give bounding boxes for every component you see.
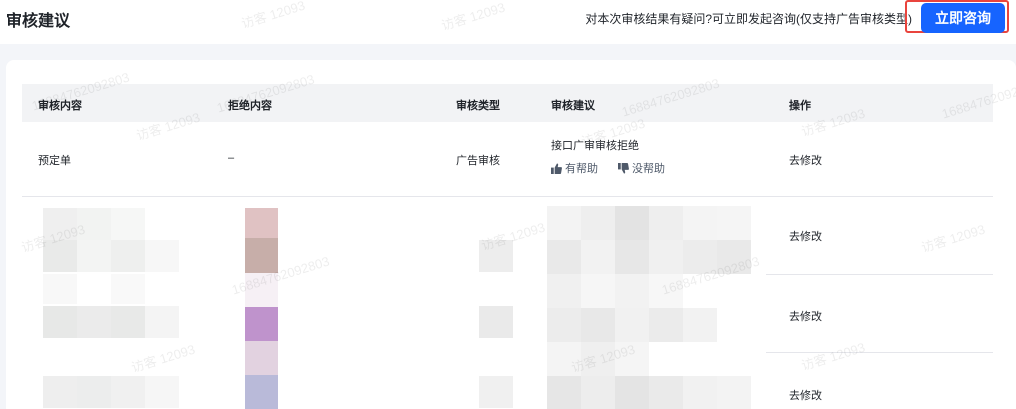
helpful-button[interactable]: 有帮助 bbox=[551, 160, 598, 176]
blurred-cell bbox=[581, 206, 615, 240]
column-header-suggestion: 审核建议 bbox=[551, 100, 595, 112]
unhelpful-button[interactable]: 没帮助 bbox=[618, 160, 665, 176]
blurred-cell bbox=[77, 208, 111, 240]
blurred-cell bbox=[649, 274, 683, 308]
blurred-cell bbox=[649, 376, 683, 409]
blurred-cell bbox=[145, 306, 179, 338]
edit-link[interactable]: 去修改 bbox=[789, 308, 822, 324]
helpful-label: 有帮助 bbox=[565, 163, 598, 175]
edit-link[interactable]: 去修改 bbox=[789, 387, 822, 403]
blurred-cell bbox=[649, 308, 683, 342]
thumb-up-icon bbox=[551, 162, 562, 174]
page-title: 审核建议 bbox=[6, 13, 71, 30]
blurred-cell bbox=[245, 208, 278, 238]
blurred-cell bbox=[683, 308, 717, 342]
blurred-cell bbox=[479, 306, 513, 338]
column-header-action: 操作 bbox=[789, 100, 811, 112]
table-header: 审核内容 拒绝内容 审核类型 审核建议 操作 bbox=[22, 84, 993, 122]
blurred-cell bbox=[77, 240, 111, 272]
blurred-cell bbox=[683, 240, 717, 274]
blurred-cell bbox=[77, 306, 111, 338]
blurred-cell bbox=[43, 274, 77, 304]
blurred-cell bbox=[615, 206, 649, 240]
blurred-cell bbox=[111, 208, 145, 240]
blurred-cell bbox=[717, 206, 751, 240]
blurred-cell bbox=[145, 240, 179, 272]
consult-hint: 对本次审核结果有疑问?可立即发起咨询(仅支持广告审核类型) bbox=[585, 12, 912, 26]
blurred-cell bbox=[615, 342, 649, 376]
blurred-cell bbox=[547, 308, 581, 342]
blurred-cell bbox=[683, 376, 717, 409]
edit-link[interactable]: 去修改 bbox=[789, 228, 822, 244]
blurred-cell bbox=[547, 342, 581, 376]
blurred-cell bbox=[111, 240, 145, 272]
blurred-cell bbox=[547, 274, 581, 308]
row-divider bbox=[766, 352, 993, 353]
blurred-cell bbox=[77, 376, 111, 408]
column-header-rejected: 拒绝内容 bbox=[228, 100, 272, 112]
blurred-cell bbox=[547, 206, 581, 240]
blurred-cell bbox=[615, 274, 649, 308]
header-bar: 审核建议 对本次审核结果有疑问?可立即发起咨询(仅支持广告审核类型) 立即咨询 bbox=[0, 0, 1016, 44]
row-divider bbox=[22, 196, 993, 197]
row-divider bbox=[766, 274, 993, 275]
column-header-type: 审核类型 bbox=[456, 100, 500, 112]
blurred-cell bbox=[581, 376, 615, 409]
consult-button[interactable]: 立即咨询 bbox=[921, 3, 1005, 33]
edit-link[interactable]: 去修改 bbox=[789, 152, 822, 168]
blurred-cell bbox=[581, 308, 615, 342]
blurred-cell bbox=[111, 306, 145, 338]
blurred-cell bbox=[683, 206, 717, 240]
blurred-cell bbox=[43, 208, 77, 240]
unhelpful-label: 没帮助 bbox=[632, 163, 665, 175]
thumb-down-icon bbox=[618, 162, 629, 174]
row-suggestion: 接口广审审核拒绝 bbox=[551, 140, 639, 152]
row-rejected: – bbox=[228, 152, 235, 164]
blurred-cell bbox=[43, 376, 77, 408]
blurred-cell bbox=[479, 240, 513, 272]
blurred-cell bbox=[245, 341, 278, 375]
blurred-cell bbox=[649, 240, 683, 274]
blurred-cell bbox=[245, 307, 278, 341]
blurred-cell bbox=[43, 306, 77, 338]
column-header-content: 审核内容 bbox=[38, 100, 82, 112]
consult-highlight: 立即咨询 bbox=[905, 0, 1009, 33]
blurred-cell bbox=[245, 238, 278, 273]
row-type: 广告审核 bbox=[456, 155, 500, 167]
blurred-cell bbox=[615, 240, 649, 274]
blurred-cell bbox=[245, 375, 278, 409]
blurred-cell bbox=[111, 376, 145, 408]
blurred-cell bbox=[145, 376, 179, 408]
blurred-cell bbox=[615, 376, 649, 409]
blurred-cell bbox=[615, 308, 649, 342]
blurred-cell bbox=[581, 240, 615, 274]
review-table-card: 审核内容 拒绝内容 审核类型 审核建议 操作 预定单 – 广告审核 接口广审审核… bbox=[6, 60, 1016, 409]
blurred-cell bbox=[43, 240, 77, 272]
blurred-cell bbox=[649, 206, 683, 240]
blurred-cell bbox=[581, 342, 615, 376]
blurred-cell bbox=[547, 240, 581, 274]
blurred-cell bbox=[111, 274, 145, 304]
blurred-cell bbox=[479, 376, 513, 408]
blurred-cell bbox=[245, 273, 278, 307]
blurred-cell bbox=[717, 240, 751, 274]
blurred-cell bbox=[717, 376, 751, 409]
blurred-cell bbox=[547, 376, 581, 409]
blurred-cell bbox=[581, 274, 615, 308]
row-content: 预定单 bbox=[38, 155, 71, 167]
